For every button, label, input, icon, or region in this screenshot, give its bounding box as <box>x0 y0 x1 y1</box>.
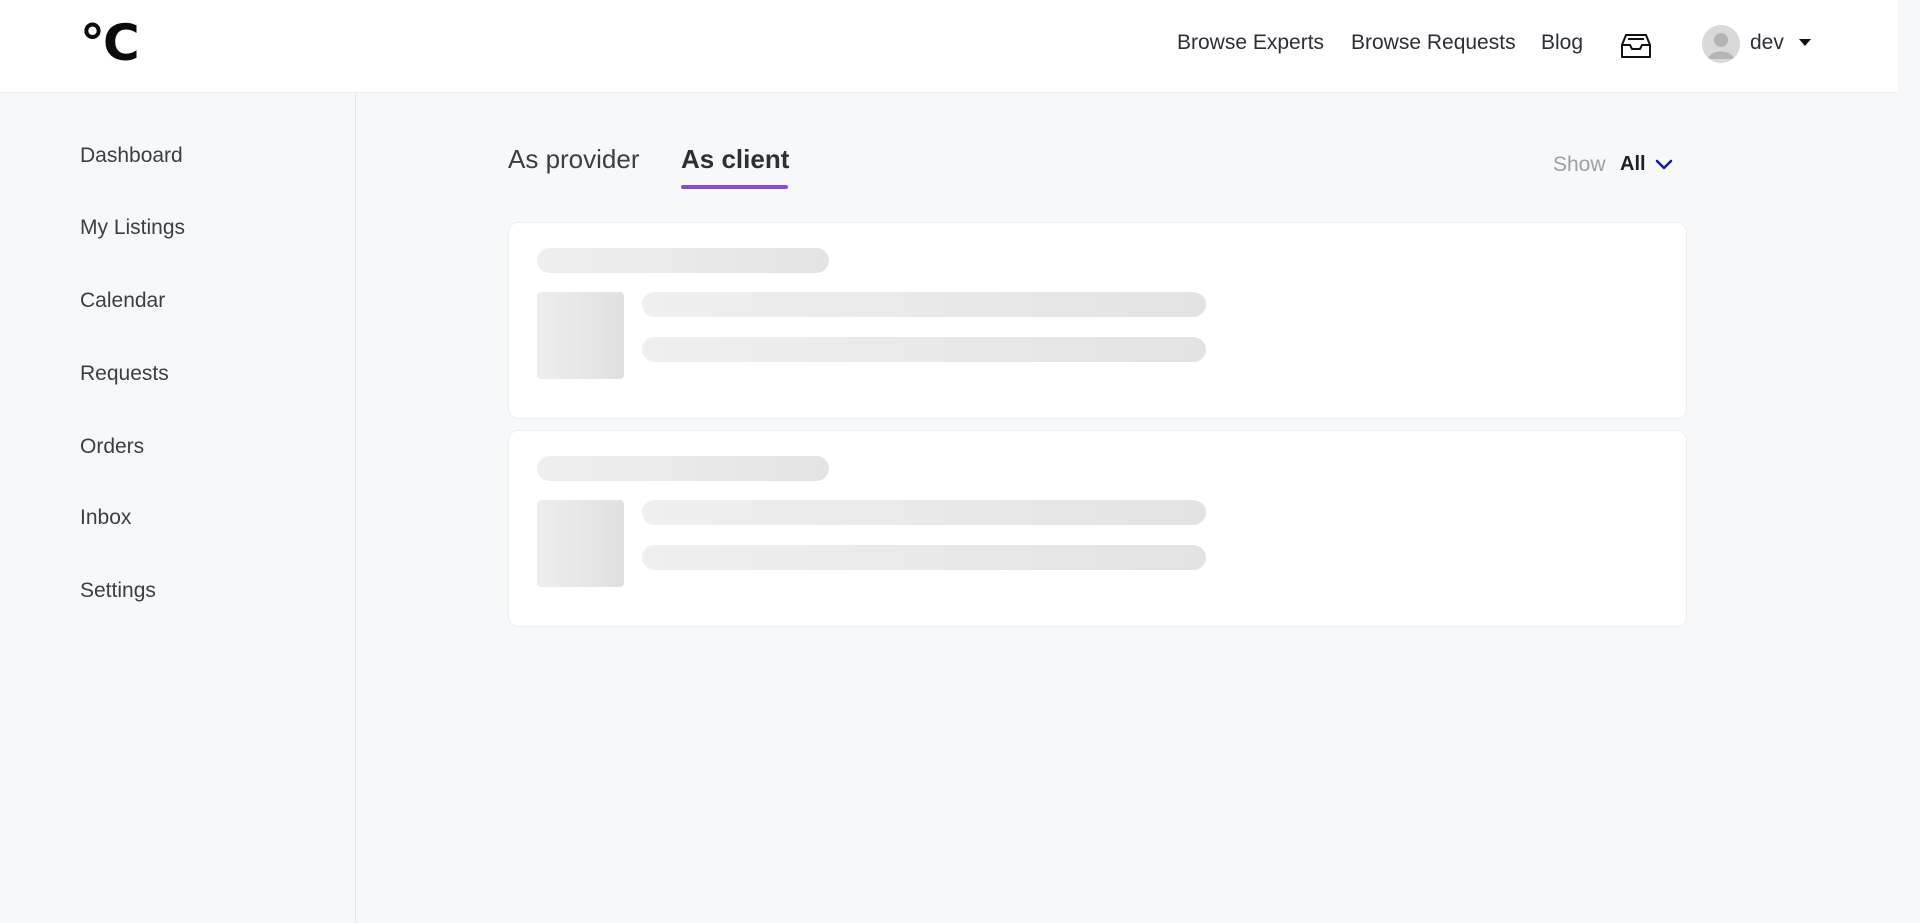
nav-blog[interactable]: Blog <box>1541 31 1583 61</box>
skeleton-line <box>642 545 1206 570</box>
skeleton-thumbnail <box>537 500 624 587</box>
sidebar-item-requests[interactable]: Requests <box>80 362 169 386</box>
user-menu[interactable]: dev <box>1702 25 1822 65</box>
sidebar-item-settings[interactable]: Settings <box>80 579 156 603</box>
active-tab-indicator <box>681 185 788 189</box>
user-avatar-icon[interactable] <box>1702 25 1740 63</box>
nav-browse-requests[interactable]: Browse Requests <box>1351 31 1516 61</box>
skeleton-title <box>537 248 829 273</box>
sidebar-item-dashboard[interactable]: Dashboard <box>80 144 183 168</box>
sidebar: Dashboard My Listings Calendar Requests … <box>0 94 356 923</box>
brand-logo[interactable]: °C <box>80 18 140 68</box>
skeleton-line <box>642 500 1206 525</box>
skeleton-line <box>642 292 1206 317</box>
sidebar-item-inbox[interactable]: Inbox <box>80 506 131 530</box>
username-label[interactable]: dev <box>1750 31 1784 55</box>
sidebar-item-calendar[interactable]: Calendar <box>80 289 165 313</box>
tab-as-provider[interactable]: As provider <box>508 144 640 175</box>
chevron-down-icon[interactable] <box>1654 155 1674 175</box>
show-filter-label: Show <box>1553 153 1606 176</box>
skeleton-thumbnail <box>537 292 624 379</box>
skeleton-line <box>642 337 1206 362</box>
sidebar-item-my-listings[interactable]: My Listings <box>80 216 185 240</box>
loading-card <box>508 222 1687 419</box>
show-filter-value[interactable]: All <box>1620 153 1646 176</box>
sidebar-item-orders[interactable]: Orders <box>80 435 144 459</box>
nav-browse-experts[interactable]: Browse Experts <box>1177 31 1324 61</box>
loading-card <box>508 430 1687 627</box>
inbox-tray-icon[interactable] <box>1620 33 1652 59</box>
top-header: °C Browse Experts Browse Requests Blog d… <box>0 0 1898 93</box>
caret-down-icon[interactable] <box>1799 39 1811 46</box>
tab-as-client[interactable]: As client <box>681 144 789 175</box>
skeleton-title <box>537 456 829 481</box>
